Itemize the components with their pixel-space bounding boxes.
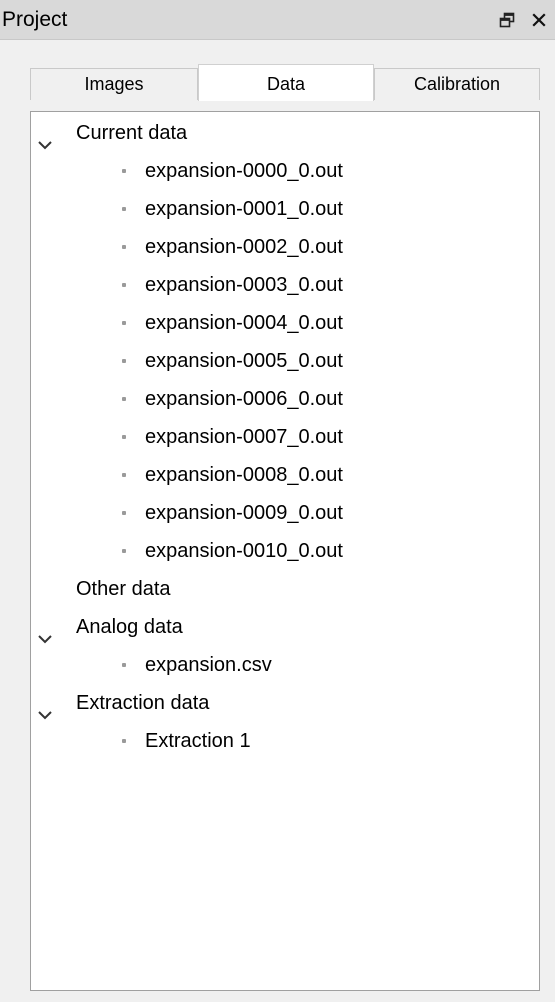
tree-item[interactable]: expansion-0005_0.out: [31, 342, 539, 380]
tree-item[interactable]: Extraction 1: [31, 722, 539, 760]
tree-item[interactable]: expansion-0003_0.out: [31, 266, 539, 304]
tree-item[interactable]: expansion-0008_0.out: [31, 456, 539, 494]
tree-group-extraction-data[interactable]: Extraction data: [31, 684, 539, 722]
bullet-icon: [122, 283, 126, 287]
tree-group-analog-data[interactable]: Analog data: [31, 608, 539, 646]
tree-item[interactable]: expansion-0000_0.out: [31, 152, 539, 190]
bullet-icon: [122, 511, 126, 515]
bullet-icon: [122, 663, 126, 667]
tree-item-label: expansion-0001_0.out: [145, 198, 343, 220]
tree-item-label: expansion-0005_0.out: [145, 350, 343, 372]
tree-group-label: Current data: [76, 122, 188, 144]
tree-group-label: Extraction data: [76, 692, 210, 714]
tree-group-other-data[interactable]: Other data: [31, 570, 539, 608]
tree-item-label: expansion-0009_0.out: [145, 502, 343, 524]
tab-calibration[interactable]: Calibration: [374, 68, 540, 100]
panel-titlebar[interactable]: Project: [0, 0, 555, 40]
tab-images[interactable]: Images: [30, 68, 198, 100]
tree-group-label: Other data: [76, 578, 171, 600]
tab-data[interactable]: Data: [198, 64, 374, 101]
tree-group-current-data[interactable]: Current data: [31, 114, 539, 152]
chevron-down-icon[interactable]: [37, 696, 53, 720]
tab-bar: Images Data Calibration: [30, 64, 540, 101]
data-tree[interactable]: Current data expansion-0000_0.out expans…: [30, 111, 540, 991]
bullet-icon: [122, 321, 126, 325]
chevron-down-icon[interactable]: [37, 126, 53, 150]
tree-item-label: expansion.csv: [145, 654, 272, 676]
tree-item[interactable]: expansion-0009_0.out: [31, 494, 539, 532]
tree-item-label: expansion-0004_0.out: [145, 312, 343, 334]
tree-item[interactable]: expansion-0006_0.out: [31, 380, 539, 418]
float-window-icon[interactable]: [496, 8, 518, 32]
bullet-icon: [122, 245, 126, 249]
tree-item-label: expansion-0000_0.out: [145, 160, 343, 182]
tree-item[interactable]: expansion-0010_0.out: [31, 532, 539, 570]
bullet-icon: [122, 739, 126, 743]
close-icon[interactable]: [528, 8, 550, 32]
tree-group-label: Analog data: [76, 616, 183, 638]
tree-item-label: expansion-0006_0.out: [145, 388, 343, 410]
tree-item[interactable]: expansion-0004_0.out: [31, 304, 539, 342]
panel-title: Project: [2, 8, 68, 31]
tree-item-label: Extraction 1: [145, 730, 251, 752]
tree-item[interactable]: expansion-0001_0.out: [31, 190, 539, 228]
tree-item-label: expansion-0003_0.out: [145, 274, 343, 296]
bullet-icon: [122, 435, 126, 439]
bullet-icon: [122, 549, 126, 553]
bullet-icon: [122, 359, 126, 363]
bullet-icon: [122, 397, 126, 401]
bullet-icon: [122, 473, 126, 477]
tree-item-label: expansion-0002_0.out: [145, 236, 343, 258]
tree-item[interactable]: expansion-0007_0.out: [31, 418, 539, 456]
tree-item[interactable]: expansion.csv: [31, 646, 539, 684]
tree-item[interactable]: expansion-0002_0.out: [31, 228, 539, 266]
project-panel: Project Images Data Calibration Current …: [0, 0, 555, 1002]
chevron-down-icon[interactable]: [37, 620, 53, 644]
tree-item-label: expansion-0007_0.out: [145, 426, 343, 448]
bullet-icon: [122, 169, 126, 173]
tree-item-label: expansion-0010_0.out: [145, 540, 343, 562]
bullet-icon: [122, 207, 126, 211]
tree-item-label: expansion-0008_0.out: [145, 464, 343, 486]
